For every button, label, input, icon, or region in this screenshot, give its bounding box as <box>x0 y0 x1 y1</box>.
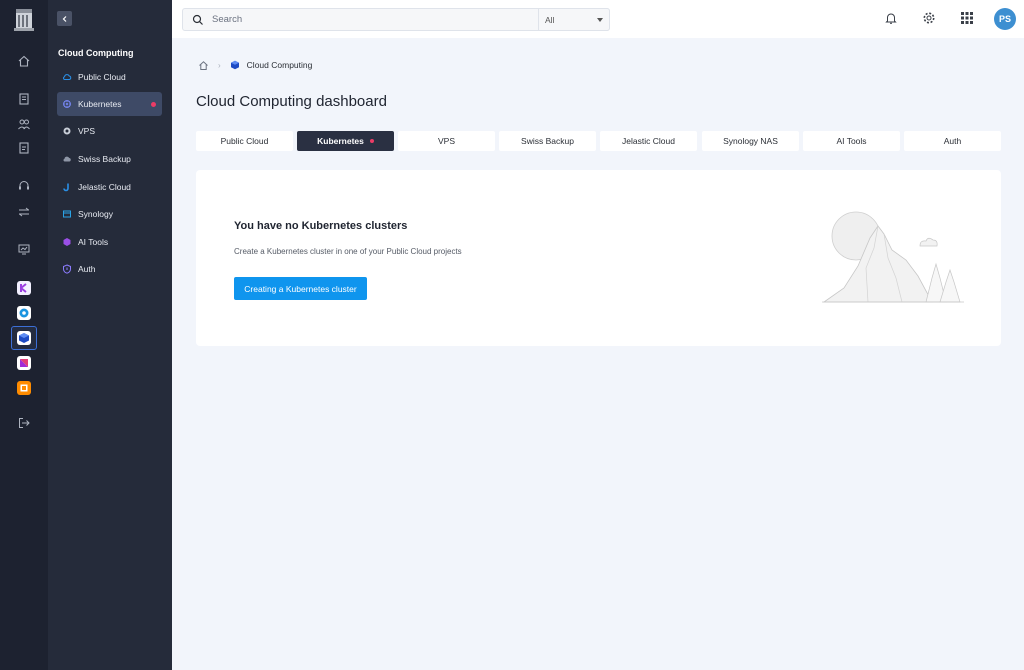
breadcrumb: › Cloud Computing <box>198 58 312 72</box>
kchat-app-icon[interactable] <box>17 281 31 295</box>
logout-icon[interactable] <box>14 413 34 433</box>
users-icon[interactable] <box>14 114 34 134</box>
tab-swiss-backup[interactable]: Swiss Backup <box>499 131 596 151</box>
notification-dot <box>369 139 374 143</box>
notification-dot <box>151 102 156 107</box>
tab-label: AI Tools <box>836 136 867 146</box>
vps-icon <box>62 126 72 136</box>
tab-label: Jelastic Cloud <box>622 136 675 146</box>
empty-state-description: Create a Kubernetes cluster in one of yo… <box>234 247 462 256</box>
cloud-computing-icon <box>230 60 239 70</box>
jelastic-icon <box>62 182 72 192</box>
breadcrumb-current[interactable]: Cloud Computing <box>247 60 313 70</box>
sidebar-item-kubernetes[interactable]: Kubernetes <box>57 92 162 116</box>
search-icon <box>192 14 203 25</box>
documents-icon[interactable] <box>14 138 34 158</box>
sidebar-item-ai-tools[interactable]: AI Tools <box>57 230 162 254</box>
shield-icon <box>62 264 72 274</box>
kpaste-app-icon[interactable] <box>17 381 31 395</box>
apps-grid-icon[interactable] <box>960 11 974 25</box>
sidebar-item-label: AI Tools <box>78 237 109 247</box>
home-icon[interactable] <box>198 60 209 71</box>
home-icon[interactable] <box>14 51 34 71</box>
sidebar-item-vps[interactable]: VPS <box>57 119 162 143</box>
tab-jelastic-cloud[interactable]: Jelastic Cloud <box>600 131 697 151</box>
search-input[interactable] <box>212 14 512 25</box>
chevron-right-icon: › <box>218 60 221 70</box>
tab-ai-tools[interactable]: AI Tools <box>803 131 900 151</box>
sidebar-item-label: VPS <box>78 126 96 136</box>
mountain-illustration <box>822 211 964 303</box>
sidebar: Cloud Computing Public Cloud Kubernetes … <box>48 0 172 670</box>
gear-icon[interactable] <box>922 11 936 25</box>
search-filter-select[interactable]: All <box>538 8 610 31</box>
sidebar-item-synology[interactable]: Synology <box>57 202 162 226</box>
kubernetes-icon <box>62 99 72 109</box>
page-title: Cloud Computing dashboard <box>196 93 387 110</box>
monitor-icon[interactable] <box>14 239 34 259</box>
cloud-icon <box>62 72 72 82</box>
tab-label: Synology NAS <box>723 136 778 146</box>
tab-label: VPS <box>437 136 455 146</box>
support-icon[interactable] <box>14 176 34 196</box>
cloud-computing-app-icon[interactable] <box>17 331 31 345</box>
ai-tools-icon <box>62 237 72 247</box>
tab-label: Public Cloud <box>220 136 269 146</box>
tab-public-cloud[interactable]: Public Cloud <box>196 131 293 151</box>
sidebar-item-label: Auth <box>78 264 96 274</box>
sidebar-item-label: Kubernetes <box>78 99 122 109</box>
top-bar: All PS <box>172 0 1024 38</box>
tab-label: Auth <box>943 136 962 146</box>
collapse-sidebar-button[interactable] <box>57 11 72 26</box>
tab-synology-nas[interactable]: Synology NAS <box>702 131 799 151</box>
sidebar-item-swiss-backup[interactable]: Swiss Backup <box>57 147 162 171</box>
kdrive-app-icon[interactable] <box>17 306 31 320</box>
transfer-icon[interactable] <box>14 202 34 222</box>
tab-label: Kubernetes <box>317 136 364 146</box>
empty-state-card: You have no Kubernetes clusters Create a… <box>196 170 1001 346</box>
sidebar-item-auth[interactable]: Auth <box>57 257 162 281</box>
synology-icon <box>62 209 72 219</box>
kmeet-app-icon[interactable] <box>17 356 31 370</box>
billing-icon[interactable] <box>14 89 34 109</box>
tab-vps[interactable]: VPS <box>398 131 495 151</box>
backup-cloud-icon <box>62 154 72 164</box>
sidebar-item-public-cloud[interactable]: Public Cloud <box>57 65 162 89</box>
bell-icon[interactable] <box>884 11 898 25</box>
create-kubernetes-cluster-button[interactable]: Creating a Kubernetes cluster <box>234 277 367 300</box>
empty-state-title: You have no Kubernetes clusters <box>234 220 408 232</box>
sidebar-item-label: Jelastic Cloud <box>78 182 131 192</box>
sidebar-item-label: Swiss Backup <box>78 154 131 164</box>
sidebar-item-label: Synology <box>78 209 113 219</box>
app-rail <box>0 0 48 670</box>
tab-auth[interactable]: Auth <box>904 131 1001 151</box>
filter-value: All <box>545 14 555 25</box>
sidebar-section-title: Cloud Computing <box>58 48 134 58</box>
sidebar-item-label: Public Cloud <box>78 72 126 82</box>
tab-kubernetes[interactable]: Kubernetes <box>297 131 394 151</box>
avatar[interactable]: PS <box>994 8 1016 30</box>
sidebar-item-jelastic-cloud[interactable]: Jelastic Cloud <box>57 175 162 199</box>
logo-icon[interactable] <box>12 6 36 32</box>
tab-label: Swiss Backup <box>521 136 574 146</box>
chevron-down-icon <box>597 18 603 22</box>
